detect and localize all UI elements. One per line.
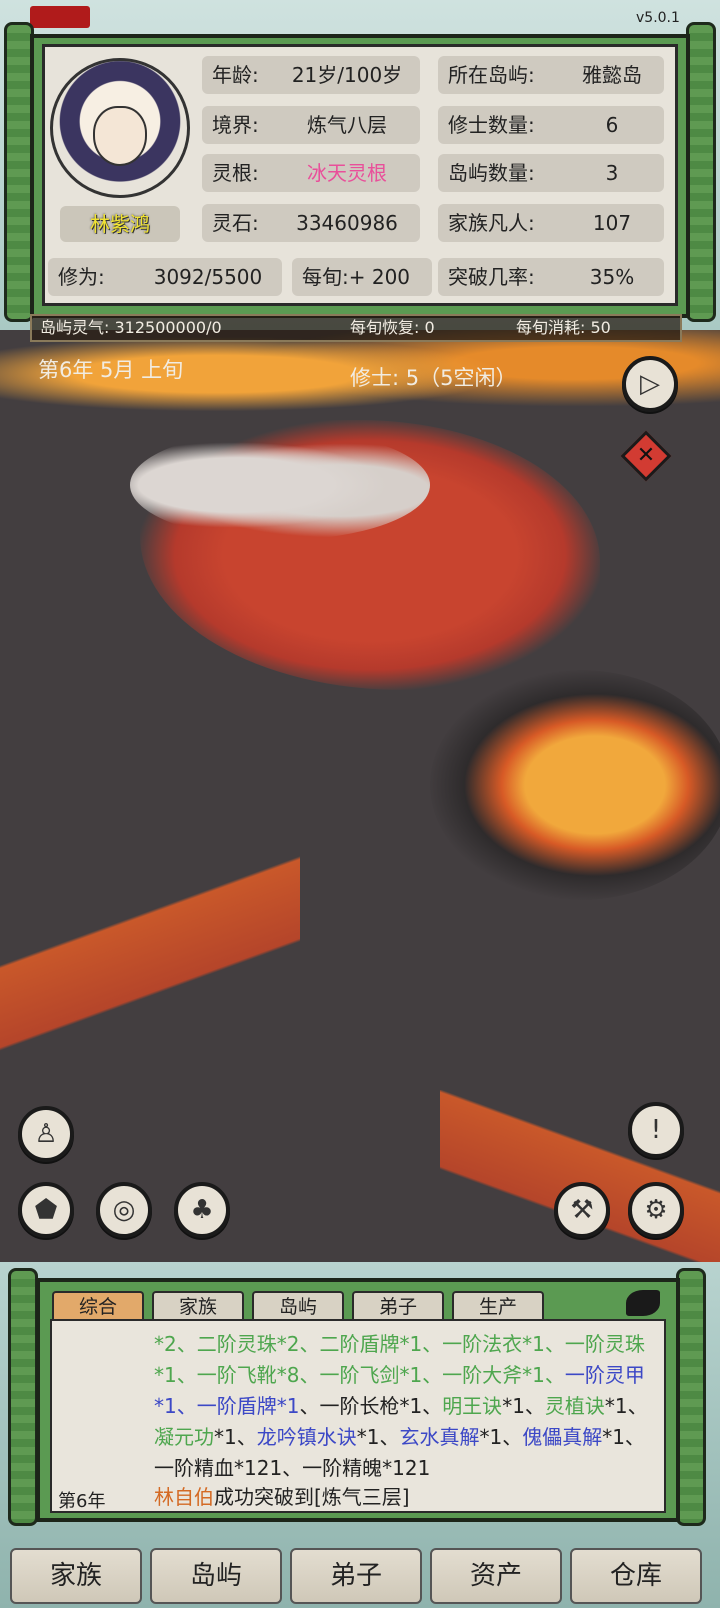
log-entry-text: 成功突破到[炼气三层] <box>214 1485 410 1509</box>
stat-label: 每旬:+ 200 <box>302 265 411 289</box>
nav-warehouse[interactable]: 仓库 <box>570 1548 702 1604</box>
nav-family[interactable]: 家族 <box>10 1548 142 1604</box>
scroll-icon[interactable] <box>626 1290 660 1316</box>
refine-icon: ◎ <box>112 1195 136 1225</box>
stat-label: 突破几率: <box>448 265 535 289</box>
nav-assets[interactable]: 资产 <box>430 1548 562 1604</box>
log-year: 第6年 <box>58 1491 106 1512</box>
log-rod-right <box>676 1268 706 1526</box>
log-fragment: 明王诀 <box>442 1394 503 1418</box>
next-turn-button[interactable]: ▷ <box>622 356 678 412</box>
stat-label: 灵根: <box>212 161 259 185</box>
scroll-rod-right <box>686 22 716 322</box>
stat-label: 所在岛屿: <box>448 63 535 87</box>
stat-cultivator-count: 修士数量: 6 <box>438 106 664 144</box>
stat-label: 灵石: <box>212 211 259 235</box>
close-icon: ✕ <box>636 443 656 468</box>
character-name[interactable]: 林紫鸿 <box>60 206 180 242</box>
build-button[interactable]: ⚒ <box>554 1182 610 1238</box>
avatar[interactable] <box>50 58 190 198</box>
stat-island: 所在岛屿: 雅懿岛 <box>438 56 664 94</box>
log-fragment: *1、 <box>479 1425 523 1449</box>
version-label: v5.0.1 <box>636 10 680 26</box>
log-fragment: 玄水真解 <box>399 1425 480 1449</box>
stat-family-mortals: 家族凡人: 107 <box>438 204 664 242</box>
stat-value: 6 <box>605 113 619 137</box>
nav-island[interactable]: 岛屿 <box>150 1548 282 1604</box>
log-fragment: *1、 <box>604 1394 648 1418</box>
log-fragment: *1、 <box>356 1425 400 1449</box>
stat-breakthrough-rate: 突破几率: 35% <box>438 258 664 296</box>
tab-general[interactable]: 综合 <box>52 1291 144 1321</box>
character-button[interactable]: ♙ <box>18 1106 74 1162</box>
qi-recovery: 每旬恢复: 0 <box>350 318 435 337</box>
spirit-bar: 岛屿灵气: 312500000/0 每旬恢复: 0 每旬消耗: 50 <box>30 314 682 342</box>
log-panel[interactable]: *2、二阶灵珠*2、二阶盾牌*1、一阶法衣*1、一阶灵珠*1、一阶飞靴*8、一阶… <box>50 1319 666 1513</box>
log-rod-left <box>8 1268 38 1526</box>
plant-icon: ♣ <box>190 1195 214 1225</box>
stat-value: 107 <box>592 211 632 235</box>
stat-age: 年龄: 21岁/100岁 <box>202 56 420 94</box>
play-icon: ▷ <box>640 369 660 399</box>
avatar-face <box>93 106 147 166</box>
stat-label: 年龄: <box>212 63 259 87</box>
stat-label: 修士数量: <box>448 113 535 137</box>
log-fragment: 龙吟镇水诀 <box>256 1425 357 1449</box>
stat-value: 33460986 <box>296 211 398 235</box>
game-date: 第6年 5月 上旬 <box>38 358 184 382</box>
log-fragment: *2、二阶灵珠*2、二阶盾牌*1、一阶法衣*1、一阶 <box>154 1332 605 1356</box>
gear-icon: ⚙ <box>644 1195 668 1225</box>
person-icon: ♙ <box>34 1119 58 1149</box>
refine-button[interactable]: ◎ <box>96 1182 152 1238</box>
log-entry: 林自伯成功突破到[炼气三层] <box>154 1481 410 1510</box>
stat-per-turn: 每旬:+ 200 <box>292 258 432 296</box>
stat-island-count: 岛屿数量: 3 <box>438 154 664 192</box>
island-qi: 岛屿灵气: 312500000/0 <box>40 318 222 337</box>
mine-button[interactable]: ⬟ <box>18 1182 74 1238</box>
tab-island[interactable]: 岛屿 <box>252 1291 344 1321</box>
island-map[interactable] <box>0 330 720 1272</box>
tab-family[interactable]: 家族 <box>152 1291 244 1321</box>
notice-button[interactable]: ! <box>628 1102 684 1158</box>
qi-consumption: 每旬消耗: 50 <box>516 318 611 337</box>
lava-crater-tile[interactable] <box>430 670 720 900</box>
stat-value: 雅懿岛 <box>582 63 642 87</box>
stat-value: 冰天灵根 <box>307 161 387 185</box>
stat-realm: 境界: 炼气八层 <box>202 106 420 144</box>
stone-icon: ⬟ <box>34 1195 58 1225</box>
hammer-icon: ⚒ <box>570 1195 594 1225</box>
log-fragment: 灵植诀 <box>544 1394 605 1418</box>
log-fragment: 、一阶长枪*1、 <box>299 1394 443 1418</box>
log-fragment: 凝元功 <box>154 1425 214 1449</box>
log-fragment: *1、 <box>502 1394 545 1418</box>
stat-value: 炼气八层 <box>307 113 387 137</box>
stat-label: 岛屿数量: <box>448 161 535 185</box>
plant-button[interactable]: ♣ <box>174 1182 230 1238</box>
game-screen: v5.0.1 林紫鸿 年龄: 21岁/100岁 境界: 炼气八层 灵根: 冰天灵… <box>0 0 720 1608</box>
disciple-name[interactable]: 林自伯 <box>154 1485 214 1509</box>
log-fragment: 傀儡真解 <box>522 1425 603 1449</box>
stat-spirit-stone: 灵石: 33460986 <box>202 204 420 242</box>
log-text: *2、二阶灵珠*2、二阶盾牌*1、一阶法衣*1、一阶灵珠*1、一阶飞靴*8、一阶… <box>154 1329 660 1484</box>
cloud-icon <box>130 430 430 540</box>
stat-label: 家族凡人: <box>448 211 535 235</box>
bottom-nav: 家族 岛屿 弟子 资产 仓库 <box>0 1548 720 1608</box>
nav-disciples[interactable]: 弟子 <box>290 1548 422 1604</box>
settings-button[interactable]: ⚙ <box>628 1182 684 1238</box>
stat-root: 灵根: 冰天灵根 <box>202 154 420 192</box>
stat-value: 3 <box>605 161 619 185</box>
stat-cultivation: 修为: 3092/5500 <box>48 258 282 296</box>
tab-disciples[interactable]: 弟子 <box>352 1291 444 1321</box>
log-fragment: *1、 <box>214 1425 257 1449</box>
stat-label: 修为: <box>58 265 105 289</box>
exclamation-icon: ! <box>650 1115 662 1145</box>
stat-value: 21岁/100岁 <box>291 63 403 87</box>
volcano-tile[interactable] <box>0 850 300 1070</box>
stat-value: 35% <box>589 265 635 289</box>
stat-label: 境界: <box>212 113 259 137</box>
cultivator-status: 修士: 5（5空闲） <box>350 366 517 390</box>
logo-icon <box>30 6 90 28</box>
stat-value: 3092/5500 <box>153 265 263 289</box>
tab-production[interactable]: 生产 <box>452 1291 544 1321</box>
